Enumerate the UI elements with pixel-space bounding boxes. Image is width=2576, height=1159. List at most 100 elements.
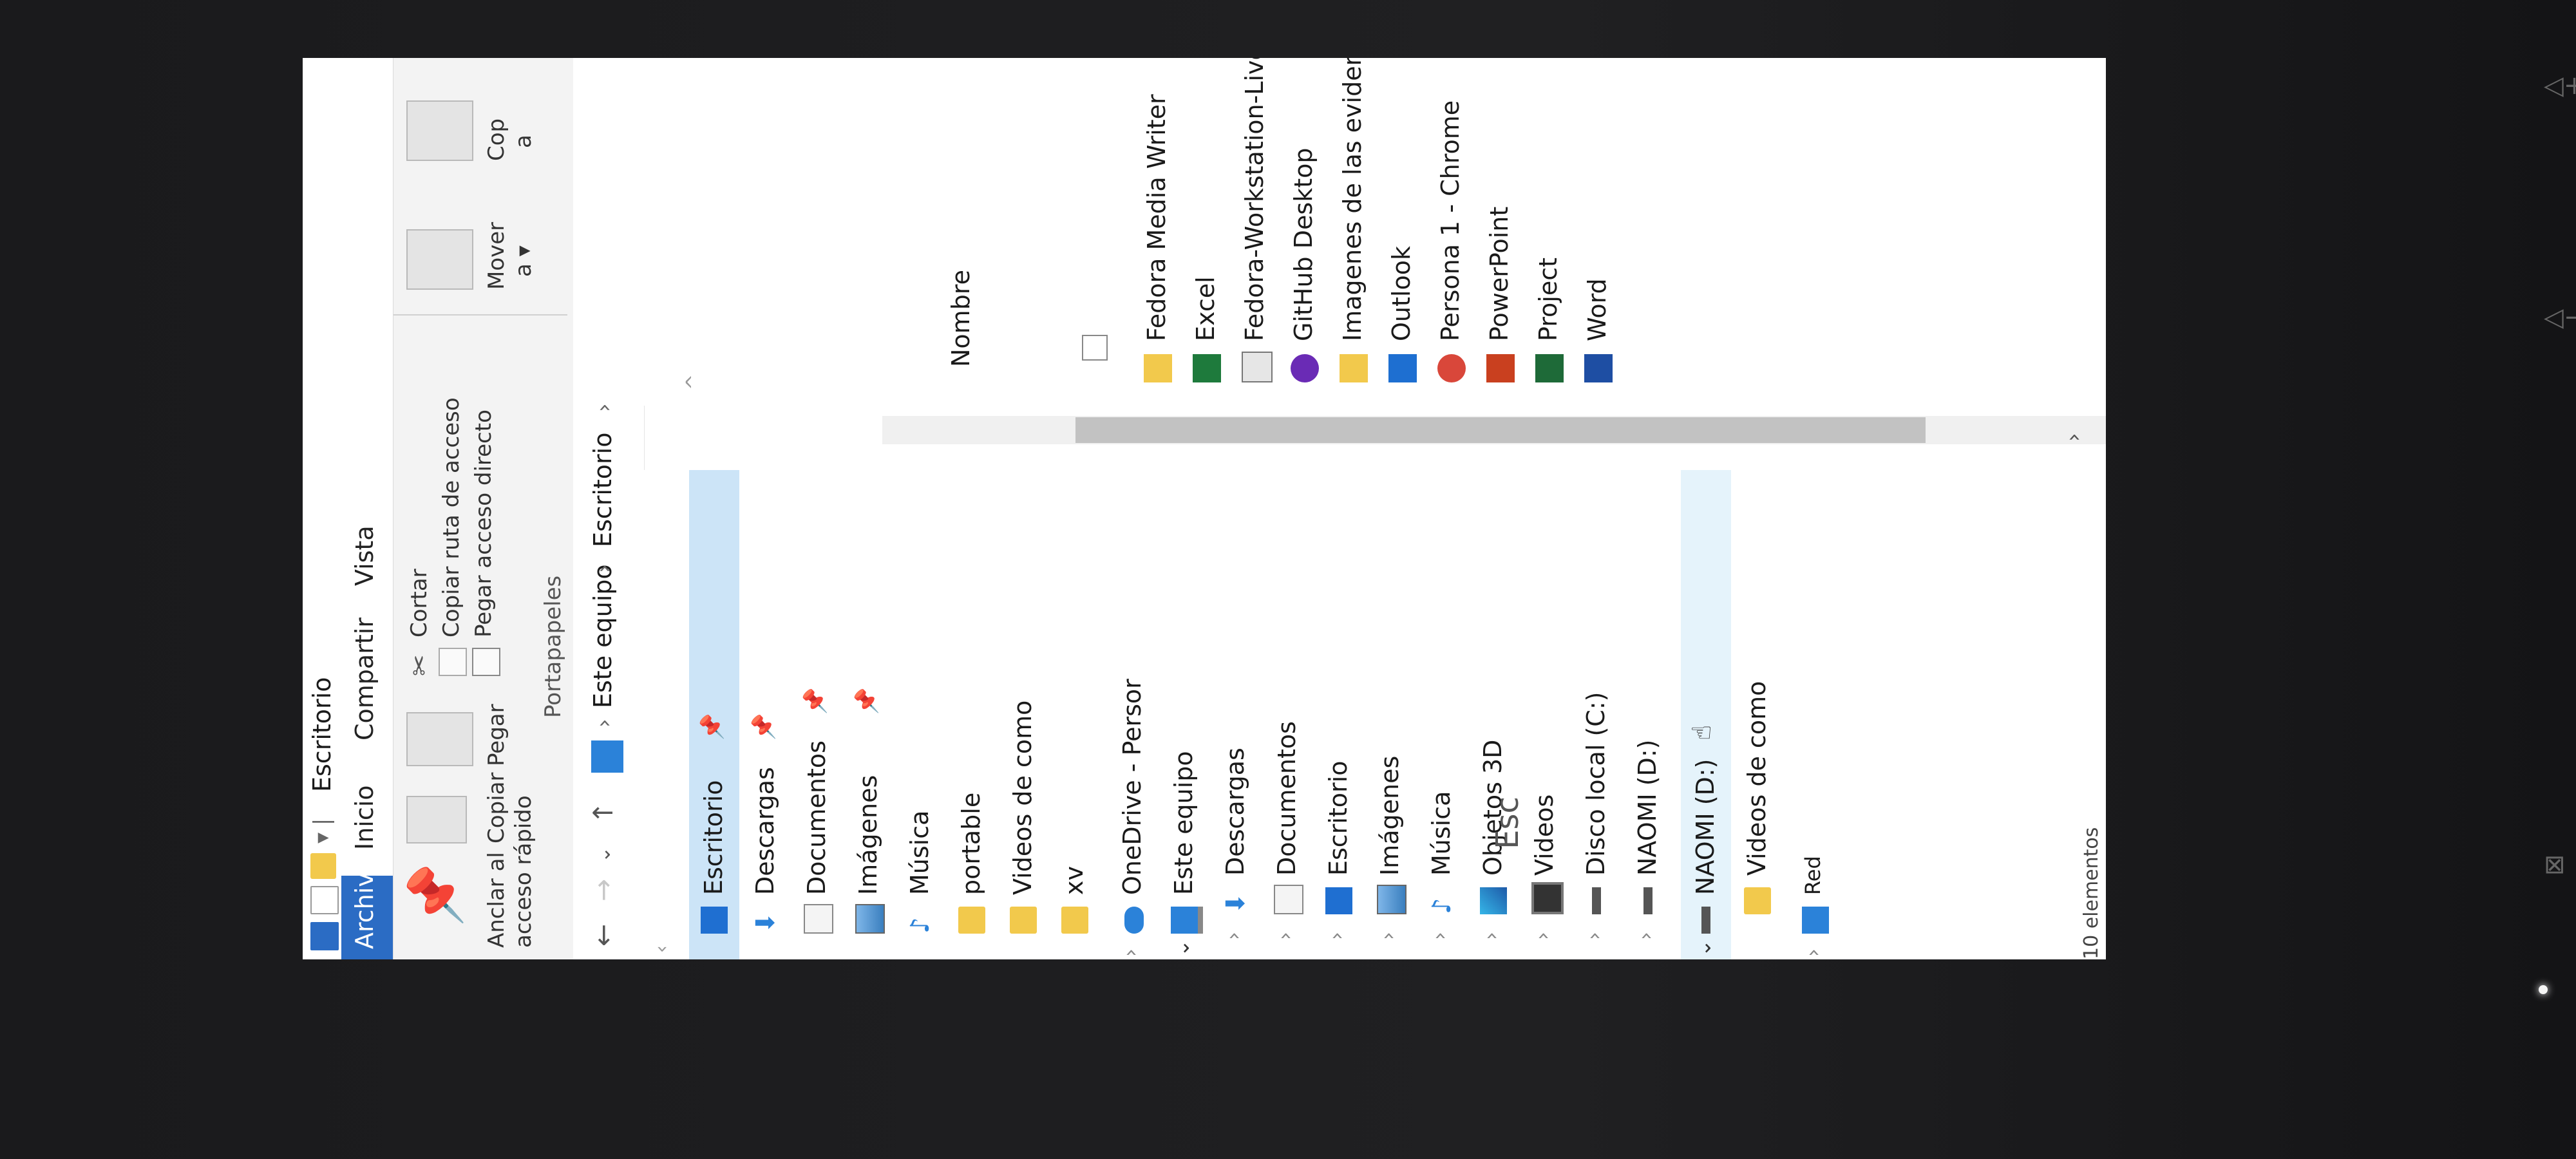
nav-item-imagenes[interactable]: Imágenes 📌	[844, 470, 894, 959]
recent-dropdown-icon[interactable]: ⌄	[592, 847, 615, 863]
file-row[interactable]: Imagenes de las evidencias	[1329, 58, 1378, 406]
chevron-right-icon[interactable]: ›	[1221, 932, 1245, 940]
copy-icon[interactable]	[406, 796, 467, 843]
back-arrow-icon[interactable]: ←	[587, 924, 619, 947]
mute-key-icon: ⊠	[2544, 850, 2566, 880]
outlook-icon	[1388, 354, 1417, 382]
nav-item-naomi-videos-de-como[interactable]: Videos de como	[1732, 470, 1783, 959]
nav-item-videos-de-como[interactable]: Videos de como	[998, 470, 1048, 959]
cut-button[interactable]: Cortar	[406, 569, 432, 637]
forward-arrow-icon[interactable]: →	[587, 879, 619, 901]
paste-button[interactable]: Pegar	[484, 704, 509, 766]
file-row[interactable]: Excel	[1182, 58, 1231, 406]
pin-icon: 📌	[854, 687, 880, 715]
scroll-up-icon[interactable]: ‹	[650, 945, 673, 953]
copy-to-dropdown[interactable]: a	[511, 135, 536, 148]
tab-compartir[interactable]: Compartir	[350, 617, 379, 740]
chevron-right-icon[interactable]: ›	[1479, 932, 1503, 940]
select-all-checkbox[interactable]	[1082, 335, 1108, 361]
nav-item-portable[interactable]: portable	[947, 470, 997, 959]
nav-item-escritorio[interactable]: Escritorio 📌	[689, 470, 739, 959]
tab-archivo[interactable]: Archivo	[341, 858, 393, 959]
chevron-down-icon[interactable]: ⌄	[1170, 939, 1194, 957]
file-name: GitHub Desktop	[1289, 147, 1318, 341]
crumb-separator[interactable]: ›	[591, 403, 617, 412]
tab-vista[interactable]: Vista	[350, 525, 379, 586]
pin-icon[interactable]: 📌	[405, 863, 465, 927]
new-folder-icon[interactable]	[310, 853, 336, 879]
chevron-right-icon[interactable]: ›	[1633, 932, 1658, 940]
nav-item-naomi-expanded[interactable]: ⌄ NAOMI (D:) ☝	[1681, 470, 1731, 959]
ribbon-home: 📌 Anclar al acceso rápido Copiar Pegar ✂…	[393, 58, 575, 959]
nav-item-descargas[interactable]: ⬇ Descargas 📌	[741, 470, 791, 959]
chevron-right-icon[interactable]: ›	[1427, 932, 1452, 940]
file-row[interactable]: Fedora-Workstation-Live-x86_64-	[1231, 58, 1280, 406]
nav-scrollbar-thumb[interactable]	[1075, 417, 1926, 443]
up-arrow-icon[interactable]: ↑	[587, 802, 619, 824]
chevron-right-icon[interactable]: ›	[1530, 932, 1555, 940]
copy-to-button[interactable]: Cop	[484, 118, 509, 161]
move-to-button[interactable]: Mover	[484, 222, 509, 290]
move-to-dropdown[interactable]: a ▾	[511, 245, 536, 277]
file-row[interactable]: GitHub Desktop	[1280, 58, 1329, 406]
chevron-right-icon[interactable]: ›	[1118, 948, 1142, 957]
file-row[interactable]: Outlook	[1378, 58, 1427, 406]
chevron-right-icon[interactable]: ›	[1324, 932, 1349, 940]
nav-item-pc-documentos[interactable]: › Documentos	[1262, 470, 1312, 959]
tab-inicio[interactable]: Inicio	[350, 785, 379, 850]
nav-item-pc-disco-c[interactable]: › Disco local (C:)	[1571, 470, 1622, 959]
scroll-down-icon[interactable]: ›	[2061, 433, 2087, 442]
address-bar-row: ← → ⌄ ↑ › Este equipo › Escritorio ›	[573, 58, 645, 959]
nav-item-documentos[interactable]: Documentos 📌	[792, 470, 842, 959]
copy-button[interactable]: Copiar	[484, 773, 509, 843]
esc-key-label: Esc	[1489, 796, 1526, 849]
nav-item-pc-objetos-3d[interactable]: › Objetos 3D	[1468, 470, 1519, 959]
nav-item-pc-descargas[interactable]: › ⬇ Descargas	[1211, 470, 1261, 959]
sort-up-icon[interactable]: ^	[683, 374, 705, 390]
chevron-down-icon[interactable]: ⌄	[1691, 939, 1716, 957]
move-to-icon[interactable]	[406, 229, 473, 290]
properties-icon[interactable]	[310, 886, 339, 914]
crumb-separator[interactable]: ›	[591, 564, 617, 573]
nav-item-pc-videos[interactable]: › Videos	[1520, 470, 1570, 959]
crumb-escritorio[interactable]: Escritorio	[589, 433, 617, 547]
file-row[interactable]: Project	[1525, 58, 1574, 406]
file-row[interactable]: Fedora Media Writer	[1133, 58, 1182, 406]
group-clipboard-label: Portapapeles	[540, 575, 566, 718]
scissors-icon[interactable]: ✂	[405, 654, 435, 676]
paste-shortcut-button[interactable]: Pegar acceso directo	[471, 410, 497, 637]
desktop-location-icon	[591, 740, 623, 773]
copy-path-button[interactable]: Copiar ruta de acceso	[439, 397, 464, 637]
crumb-este-equipo[interactable]: Este equipo	[589, 564, 617, 708]
network-icon	[1802, 907, 1829, 934]
file-row[interactable]: Persona 1 - Chrome	[1427, 58, 1476, 406]
column-header-name[interactable]: Nombre	[947, 270, 975, 367]
paste-shortcut-icon[interactable]	[472, 648, 500, 676]
nav-item-este-equipo[interactable]: ⌄ Este equipo	[1159, 470, 1209, 959]
nav-item-pc-imagenes[interactable]: › Imágenes	[1365, 470, 1416, 959]
file-row[interactable]: PowerPoint	[1476, 58, 1525, 406]
nav-item-pc-musica[interactable]: › ♪ Música	[1417, 470, 1467, 959]
nav-label: Música	[905, 810, 934, 895]
chevron-right-icon[interactable]: ›	[1273, 932, 1297, 940]
pin-label-2[interactable]: acceso rápido	[511, 795, 536, 948]
chevron-right-icon[interactable]: ›	[1801, 948, 1825, 957]
chevron-right-icon[interactable]: ›	[1582, 932, 1606, 940]
copy-path-icon[interactable]	[439, 648, 467, 676]
nav-item-pc-naomi[interactable]: › NAOMI (D:)	[1623, 470, 1673, 959]
nav-item-onedrive[interactable]: › OneDrive - Persor	[1108, 470, 1158, 959]
file-row[interactable]: Word	[1574, 58, 1623, 406]
nav-item-musica[interactable]: ♪ Música	[895, 470, 945, 959]
nav-item-xv[interactable]: xv	[1050, 470, 1100, 959]
documents-icon	[804, 904, 833, 934]
chevron-right-icon[interactable]: ›	[1376, 932, 1400, 940]
paste-icon[interactable]	[406, 712, 473, 766]
crumb-separator: ›	[591, 719, 617, 728]
folder-icon	[958, 907, 985, 934]
nav-item-pc-escritorio[interactable]: › Escritorio	[1314, 470, 1364, 959]
nav-item-red[interactable]: › Red	[1790, 470, 1841, 959]
quick-toolbar-dropdown-icon[interactable]: ▾ |	[309, 818, 335, 843]
copy-to-icon[interactable]	[406, 100, 473, 161]
navigation-pane: ‹ Escritorio 📌 ⬇ Descargas 📌 Documentos …	[644, 470, 2106, 959]
pin-label-1[interactable]: Anclar al	[484, 852, 509, 948]
